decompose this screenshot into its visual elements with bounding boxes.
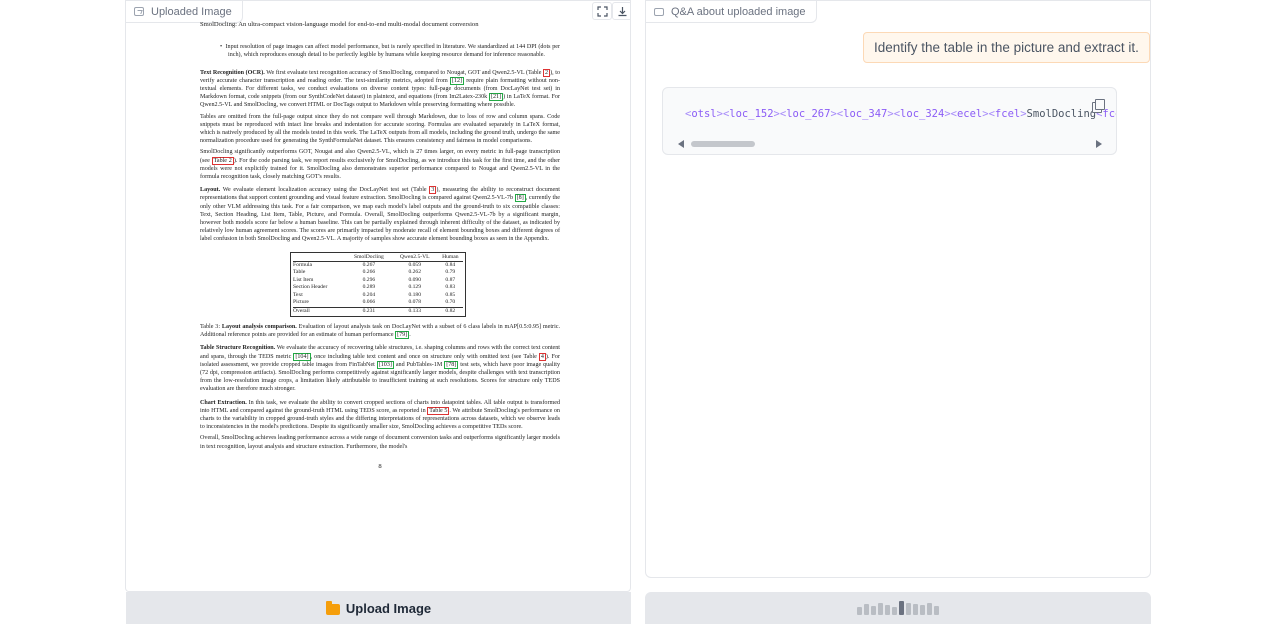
table-header-cell <box>293 253 346 263</box>
table-cell: 0.296 <box>362 276 376 283</box>
qa-panel: Q&A about uploaded image Identify the ta… <box>645 0 1151 578</box>
folder-icon <box>325 600 340 615</box>
table-cell: 0.066 <box>362 299 376 306</box>
table-header-cell: SmolDocling <box>345 253 392 263</box>
table-cell: 0.84 <box>445 262 456 269</box>
scroll-left-icon[interactable] <box>678 140 684 148</box>
table-cell: Overall <box>293 306 346 315</box>
table-cell: 0.129 <box>408 284 422 291</box>
table-header-row: SmolDocling Qwen2.5-VL Human <box>293 253 463 263</box>
table-cell: 0.180 <box>408 291 422 298</box>
tag-name: loc_152 <box>729 108 774 120</box>
qa-tab-label: Q&A about uploaded image <box>671 5 806 18</box>
cell-text: SmolDocling <box>1026 108 1097 120</box>
citation-79[interactable]: [79] <box>395 331 410 340</box>
page-number: 8 <box>378 462 382 470</box>
horizontal-scrollbar[interactable] <box>675 138 1105 150</box>
tag-name: loc_324 <box>900 108 945 120</box>
upload-image-label: Upload Image <box>345 600 432 616</box>
table2-link[interactable]: Table 2 <box>211 156 234 165</box>
bot-message: <otsl><loc_152><loc_267><loc_347><loc_32… <box>662 87 1117 155</box>
table-cell: Formula <box>293 262 312 269</box>
upload-image-button[interactable]: Upload Image <box>126 592 631 624</box>
table3-caption: Table 3: Layout analysis comparison. Eva… <box>200 323 561 340</box>
citation-103[interactable]: [103] <box>376 360 394 369</box>
tag-name: ecel <box>956 108 983 120</box>
table-row: Picture 0.066 0.078 0.70 <box>293 299 463 307</box>
table-cell: 0.85 <box>445 291 456 298</box>
tag-name: otsl <box>691 108 717 120</box>
qa-tab: Q&A about uploaded image <box>646 1 817 23</box>
citation-104[interactable]: [104] <box>293 352 311 361</box>
table-header-cell: Human <box>437 253 463 263</box>
scrollbar-thumb[interactable] <box>691 141 755 147</box>
table-cell: 0.231 <box>345 306 392 315</box>
uploaded-image-tab: Uploaded Image <box>126 1 243 23</box>
table-cell: 0.267 <box>362 262 376 269</box>
overall-paragraph: Overall, SmolDocling achieves leading pe… <box>200 435 560 450</box>
table-cell: Table <box>293 269 306 276</box>
table-cell: Text <box>293 291 303 298</box>
tsr-paragraph: Table Structure Recognition. We evaluate… <box>200 345 561 393</box>
chart-paragraph: Chart Extraction. In this task, we evalu… <box>200 399 560 431</box>
tables-paragraph: Tables are omitted from the full-page ou… <box>200 113 560 145</box>
table-cell: 0.70 <box>445 299 456 306</box>
table-row: Table 0.266 0.262 0.79 <box>293 269 463 276</box>
copy-icon[interactable] <box>1092 99 1105 113</box>
table-row: Formula 0.267 0.059 0.84 <box>293 262 463 270</box>
citation-78[interactable]: [78] <box>444 360 459 369</box>
table-cell: 0.79 <box>445 269 456 276</box>
table-cell: 0.078 <box>408 299 422 306</box>
download-button[interactable] <box>612 2 630 20</box>
uploaded-image-panel: Uploaded Image SmolDocling: An ultra-com… <box>125 0 631 592</box>
submit-button[interactable] <box>645 592 1151 624</box>
fullscreen-button[interactable] <box>592 2 612 20</box>
table-cell: 0.133 <box>391 306 438 315</box>
layout-table: SmolDocling Qwen2.5-VL Human Formula 0.267 0… <box>290 251 466 317</box>
citation-12[interactable]: [12] <box>449 76 465 85</box>
outperform-paragraph: SmolDocling significantly outperforms GO… <box>200 149 560 181</box>
table-cell: 0.82 <box>437 306 463 315</box>
document-page: SmolDocling: An ultra-compact vision-lan… <box>200 21 560 471</box>
tag-name: loc_267 <box>786 108 831 120</box>
uploaded-image-tab-label: Uploaded Image <box>151 5 232 18</box>
running-head: SmolDocling: An ultra-compact vision-lan… <box>200 21 479 28</box>
citation-8[interactable]: [8] <box>514 194 526 203</box>
table-row: Section Header 0.289 0.129 0.83 <box>293 284 463 291</box>
table-cell: Section Header <box>293 284 328 291</box>
resolution-bullet: • Input resolution of page images can af… <box>220 44 561 59</box>
table-cell: 0.090 <box>408 276 422 283</box>
tag-name: fcel <box>994 108 1021 120</box>
user-message: Identify the table in the picture and ex… <box>863 32 1150 63</box>
download-icon <box>618 6 626 16</box>
table-cell: 0.059 <box>408 262 422 269</box>
scroll-right-icon[interactable] <box>1096 140 1102 148</box>
table-cell: Picture <box>293 299 309 306</box>
image-icon <box>134 7 144 16</box>
table-row: Text 0.204 0.180 0.85 <box>293 292 463 299</box>
table5-link[interactable]: Table 5 <box>427 406 450 415</box>
table-cell: 0.87 <box>445 276 456 283</box>
table-cell: List Item <box>293 276 314 283</box>
table-row: Overall 0.231 0.133 0.82 <box>293 306 463 315</box>
loading-indicator <box>857 601 939 615</box>
table-cell: 0.289 <box>362 284 376 291</box>
table-cell: 0.266 <box>362 269 376 276</box>
ocr-paragraph: Text Recognition (OCR). We first evaluat… <box>200 68 560 109</box>
layout-paragraph: Layout. We evaluate element localization… <box>200 186 561 243</box>
fullscreen-icon <box>596 5 608 17</box>
table4-ref[interactable]: 4 <box>538 352 546 361</box>
table-header-cell: Qwen2.5-VL <box>391 253 438 263</box>
table-cell: 0.262 <box>408 269 422 276</box>
chat-icon <box>654 7 664 16</box>
user-message-text: Identify the table in the picture and ex… <box>874 40 1139 55</box>
layout-comparison-table: SmolDocling Qwen2.5-VL Human Formula 0.267 0… <box>293 253 463 315</box>
table-cell: 0.83 <box>445 284 456 291</box>
table-row: List Item 0.296 0.090 0.87 <box>293 277 463 284</box>
tag-name: loc_347 <box>843 108 888 120</box>
citation-21[interactable]: [21] <box>488 93 504 102</box>
table-cell: 0.204 <box>362 291 376 298</box>
bot-code-output: <otsl><loc_152><loc_267><loc_347><loc_32… <box>685 108 1116 120</box>
